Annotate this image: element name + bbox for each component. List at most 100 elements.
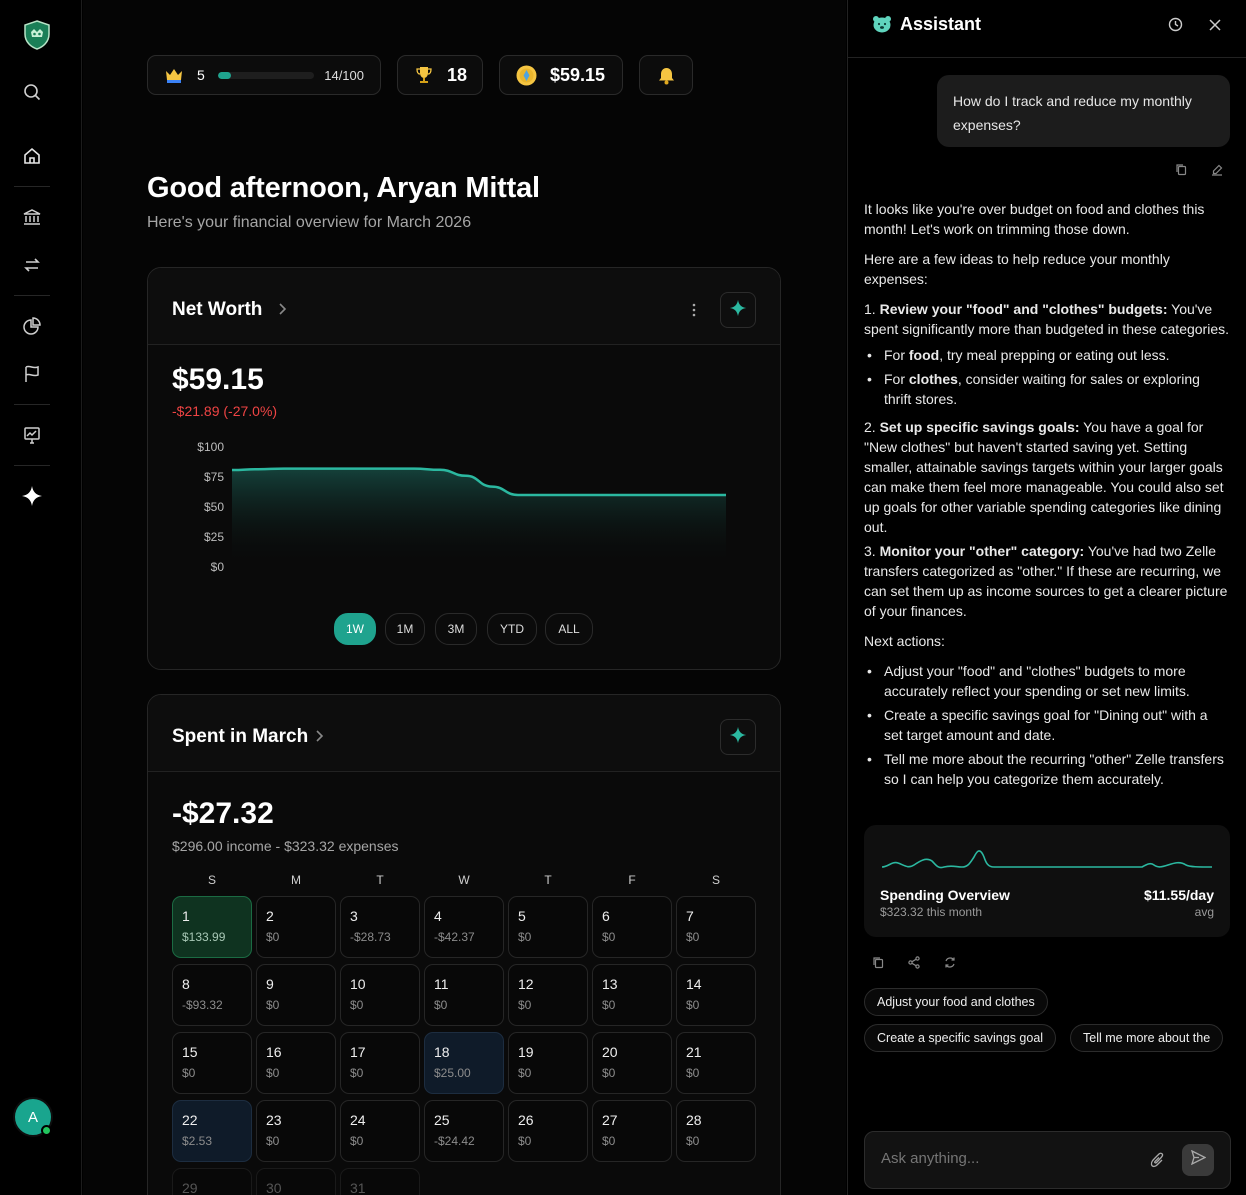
next-action-item: Adjust your "food" and "clothes" budgets… — [864, 661, 1230, 701]
spent-title[interactable]: Spent in March — [172, 726, 308, 748]
calendar-day[interactable]: 10 $0 — [340, 964, 420, 1026]
level-pill[interactable]: 5 14/100 — [147, 55, 381, 95]
item-heading: Set up specific savings goals: — [879, 419, 1080, 435]
calendar-day[interactable]: 1 $133.99 — [172, 896, 252, 958]
weekday-label: W — [458, 873, 470, 887]
history-icon[interactable] — [1168, 17, 1183, 37]
range-button-3m[interactable]: 3M — [435, 613, 477, 645]
spending-overview-card[interactable]: Spending Overview $323.32 this month $11… — [864, 825, 1230, 937]
calendar-day[interactable]: 31 — [340, 1168, 420, 1195]
copy-icon[interactable] — [1175, 163, 1187, 181]
suggestion-chip[interactable]: Tell me more about the — [1070, 1024, 1224, 1052]
calendar-day[interactable]: 27 $0 — [592, 1100, 672, 1162]
trophies-pill[interactable]: 18 — [397, 55, 483, 95]
suggestion-chip[interactable]: Create a specific savings goal — [864, 1024, 1057, 1052]
chevron-right-icon[interactable] — [277, 302, 287, 320]
investments-icon[interactable] — [21, 424, 43, 446]
app-logo[interactable] — [23, 20, 51, 50]
calendar-day[interactable]: 30 — [256, 1168, 336, 1195]
user-avatar[interactable]: A — [13, 1097, 53, 1137]
calendar-day[interactable]: 7 $0 — [676, 896, 756, 958]
day-number: 13 — [602, 976, 618, 992]
spent-ai-button[interactable] — [720, 719, 756, 755]
calendar-day[interactable]: 29 — [172, 1168, 252, 1195]
suggestion-chip[interactable]: Adjust your food and clothes — [864, 988, 1048, 1016]
day-amount: $0 — [518, 1134, 532, 1148]
calendar-day[interactable]: 15 $0 — [172, 1032, 252, 1094]
coins-balance: $59.15 — [550, 65, 606, 85]
net-worth-title[interactable]: Net Worth — [172, 299, 262, 321]
calendar-day[interactable]: 20 $0 — [592, 1032, 672, 1094]
calendar-day[interactable]: 26 $0 — [508, 1100, 588, 1162]
calendar-day[interactable]: 17 $0 — [340, 1032, 420, 1094]
home-icon[interactable] — [21, 145, 43, 167]
calendar-day[interactable]: 2 $0 — [256, 896, 336, 958]
flag-icon[interactable] — [21, 363, 43, 385]
calendar-day[interactable]: 21 $0 — [676, 1032, 756, 1094]
notifications-button[interactable] — [639, 55, 693, 95]
spending-sparkline — [882, 850, 1212, 869]
day-amount: $0 — [686, 930, 700, 944]
search-icon[interactable] — [21, 81, 43, 103]
transfers-icon[interactable] — [21, 254, 43, 276]
calendar-day[interactable]: 28 $0 — [676, 1100, 756, 1162]
bullet-item: For food, try meal prepping or eating ou… — [864, 345, 1230, 365]
calendar-day[interactable]: 19 $0 — [508, 1032, 588, 1094]
range-button-ytd[interactable]: YTD — [487, 613, 537, 645]
range-button-1m[interactable]: 1M — [385, 613, 425, 645]
spending-overview-title: Spending Overview — [880, 887, 1010, 903]
calendar-day[interactable]: 18 $25.00 — [424, 1032, 504, 1094]
sidebar-divider — [14, 186, 50, 187]
assistant-header: Assistant — [848, 0, 1246, 58]
calendar-day[interactable]: 13 $0 — [592, 964, 672, 1026]
assistant-title: Assistant — [900, 14, 982, 34]
copy-response-icon[interactable] — [872, 956, 884, 974]
edit-icon[interactable] — [1211, 163, 1223, 181]
send-icon — [1190, 1149, 1206, 1170]
attachment-icon[interactable] — [1150, 1152, 1165, 1174]
sparkle-icon[interactable] — [21, 485, 43, 507]
item-text: You have a goal for "New clothes" but ha… — [864, 419, 1224, 535]
calendar-day[interactable]: 6 $0 — [592, 896, 672, 958]
spent-summary: $296.00 income - $323.32 expenses — [172, 838, 399, 854]
net-worth-ai-button[interactable] — [720, 292, 756, 328]
close-icon[interactable] — [1209, 18, 1221, 36]
calendar-day[interactable]: 24 $0 — [340, 1100, 420, 1162]
calendar-day[interactable]: 8 -$93.32 — [172, 964, 252, 1026]
chat-input[interactable] — [881, 1150, 1141, 1167]
day-amount: -$42.37 — [434, 930, 475, 944]
calendar-day[interactable]: 3 -$28.73 — [340, 896, 420, 958]
calendar-day[interactable]: 11 $0 — [424, 964, 504, 1026]
pie-chart-icon[interactable] — [21, 315, 43, 337]
day-number: 28 — [686, 1112, 702, 1128]
send-button[interactable] — [1182, 1144, 1214, 1176]
bank-icon[interactable] — [21, 206, 43, 228]
calendar-day[interactable]: 12 $0 — [508, 964, 588, 1026]
user-message-bubble: How do I track and reduce my monthly exp… — [937, 75, 1230, 147]
day-number: 26 — [518, 1112, 534, 1128]
chevron-right-icon[interactable] — [314, 729, 324, 747]
day-amount: $133.99 — [182, 930, 226, 944]
sidebar-divider — [14, 404, 50, 405]
calendar-day[interactable]: 25 -$24.42 — [424, 1100, 504, 1162]
share-icon[interactable] — [908, 956, 920, 974]
calendar-day[interactable]: 22 $2.53 — [172, 1100, 252, 1162]
weekday-label: T — [376, 873, 384, 887]
calendar-day[interactable]: 9 $0 — [256, 964, 336, 1026]
net-worth-card: Net Worth $59.15 -$21.89 (-27.0%) $100 $7… — [147, 267, 781, 670]
calendar-day[interactable]: 14 $0 — [676, 964, 756, 1026]
day-amount: $0 — [518, 998, 532, 1012]
coins-pill[interactable]: $59.15 — [499, 55, 623, 95]
regenerate-icon[interactable] — [944, 956, 956, 974]
y-tick-label: $100 — [197, 440, 224, 454]
calendar-day[interactable]: 16 $0 — [256, 1032, 336, 1094]
calendar-day[interactable]: 5 $0 — [508, 896, 588, 958]
day-number: 2 — [266, 908, 274, 924]
calendar-day[interactable]: 23 $0 — [256, 1100, 336, 1162]
range-button-all[interactable]: ALL — [545, 613, 593, 645]
range-button-1w[interactable]: 1W — [334, 613, 376, 645]
calendar-day[interactable]: 4 -$42.37 — [424, 896, 504, 958]
more-options-icon[interactable] — [691, 303, 697, 322]
y-tick-label: $75 — [204, 470, 224, 484]
day-amount: $0 — [350, 1066, 364, 1080]
